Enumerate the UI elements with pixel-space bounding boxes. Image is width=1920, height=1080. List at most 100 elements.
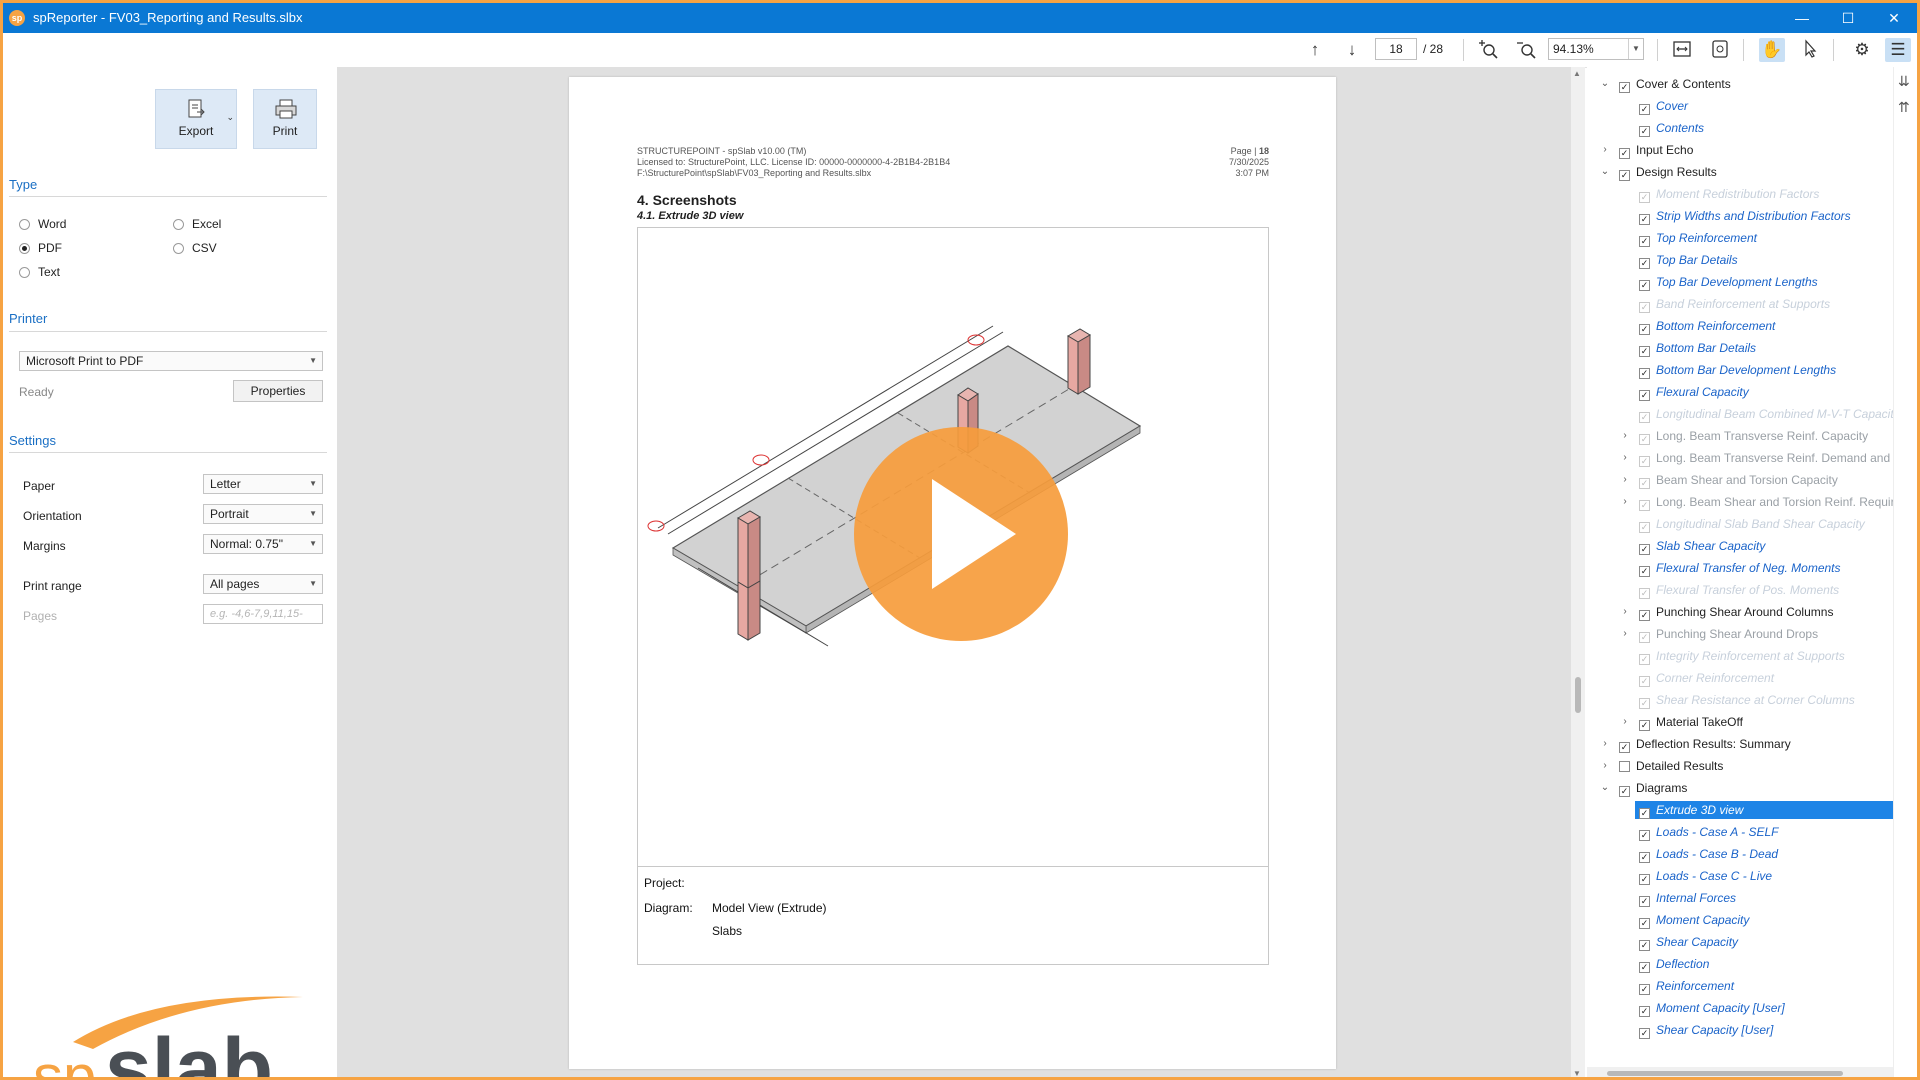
tree-checkbox[interactable]: ✓ <box>1639 324 1650 335</box>
tree-checkbox[interactable]: ✓ <box>1639 126 1650 137</box>
tree-item[interactable]: ✓ Shear Capacity [User] <box>1639 1021 1773 1039</box>
tree-item[interactable]: ✓ Slab Shear Capacity <box>1639 537 1765 555</box>
tree-item[interactable]: ✓ Loads - Case C - Live <box>1639 867 1772 885</box>
tree-item[interactable]: ⌄ ✓ Cover & Contents <box>1601 75 1731 93</box>
scrollbar-thumb[interactable] <box>1575 677 1581 713</box>
tree-checkbox[interactable]: ✓ <box>1639 236 1650 247</box>
orientation-select[interactable]: Portrait ▼ <box>203 504 323 524</box>
radio-csv[interactable]: CSV <box>173 241 217 255</box>
fit-width-icon[interactable] <box>1669 38 1695 62</box>
zoom-out-icon[interactable] <box>1513 38 1539 62</box>
tree-item[interactable]: › ✓ Deflection Results: Summary <box>1603 735 1791 753</box>
paper-select[interactable]: Letter ▼ <box>203 474 323 494</box>
fit-page-icon[interactable] <box>1707 38 1733 62</box>
tree-item[interactable]: ✓ Top Reinforcement <box>1639 229 1757 247</box>
tree-checkbox[interactable]: ✓ <box>1639 1028 1650 1039</box>
settings-icon[interactable]: ⚙ <box>1849 38 1875 62</box>
chevron-right-icon[interactable]: › <box>1599 141 1611 159</box>
tree-item[interactable]: ✓ Loads - Case A - SELF <box>1639 823 1779 841</box>
tree-item[interactable]: › Detailed Results <box>1603 757 1723 775</box>
tree-checkbox[interactable]: ✓ <box>1639 346 1650 357</box>
tree-item[interactable]: ✓ Shear Capacity <box>1639 933 1738 951</box>
tree-item[interactable]: › ✓ Input Echo <box>1603 141 1693 159</box>
tree-checkbox[interactable]: ✓ <box>1639 280 1650 291</box>
tree-checkbox[interactable]: ✓ <box>1639 874 1650 885</box>
tree-item[interactable]: ✓ Shear Resistance at Corner Columns <box>1639 691 1855 709</box>
tree-horizontal-scrollbar[interactable] <box>1587 1067 1893 1077</box>
tree-item[interactable]: ✓ Longitudinal Slab Band Shear Capacity <box>1639 515 1865 533</box>
chevron-down-icon[interactable]: ⌄ <box>226 112 234 123</box>
tree-item[interactable]: › ✓ Long. Beam Shear and Torsion Reinf. Re… <box>1623 493 1893 511</box>
tree-checkbox[interactable]: ✓ <box>1639 478 1650 489</box>
document-scrollbar[interactable]: ▲ ▼ <box>1571 67 1585 1077</box>
tree-item[interactable]: › ✓ Beam Shear and Torsion Capacity <box>1623 471 1838 489</box>
tree-checkbox[interactable]: ✓ <box>1639 918 1650 929</box>
properties-button[interactable]: Properties <box>233 380 323 402</box>
tree-item[interactable]: › ✓ Long. Beam Transverse Reinf. Capacity <box>1623 427 1868 445</box>
tree-checkbox[interactable]: ✓ <box>1639 412 1650 423</box>
tree-item[interactable]: › ✓ Long. Beam Transverse Reinf. Demand an… <box>1623 449 1893 467</box>
tree-checkbox[interactable]: ✓ <box>1639 962 1650 973</box>
tree-item[interactable]: › ✓ Material TakeOff <box>1623 713 1743 731</box>
tree-item[interactable]: ✓ Strip Widths and Distribution Factors <box>1639 207 1851 225</box>
tree-checkbox[interactable]: ✓ <box>1639 984 1650 995</box>
tree-item[interactable]: ✓ Bottom Bar Development Lengths <box>1639 361 1836 379</box>
chevron-right-icon[interactable]: › <box>1619 625 1631 643</box>
tree-checkbox[interactable]: ✓ <box>1639 522 1650 533</box>
chevron-down-icon[interactable]: ⌄ <box>1599 779 1611 797</box>
radio-word[interactable]: Word <box>19 217 66 231</box>
tree-checkbox[interactable]: ✓ <box>1639 434 1650 445</box>
close-button[interactable]: ✕ <box>1871 3 1917 33</box>
collapse-all-icon[interactable]: ⇈ <box>1898 99 1910 116</box>
tree-checkbox[interactable]: ✓ <box>1619 742 1630 753</box>
tree-item[interactable]: ✓ Contents <box>1639 119 1704 137</box>
tree-checkbox[interactable]: ✓ <box>1639 104 1650 115</box>
chevron-right-icon[interactable]: › <box>1619 427 1631 445</box>
play-video-button[interactable] <box>854 427 1068 641</box>
tree-checkbox[interactable]: ✓ <box>1639 610 1650 621</box>
select-tool-icon[interactable] <box>1797 38 1823 62</box>
tree-checkbox[interactable]: ✓ <box>1639 192 1650 203</box>
tree-item[interactable]: ✓ Extrude 3D view <box>1635 801 1893 819</box>
expand-all-icon[interactable]: ⇊ <box>1898 73 1910 90</box>
tree-item[interactable]: ✓ Deflection <box>1639 955 1709 973</box>
tree-checkbox[interactable]: ✓ <box>1639 654 1650 665</box>
tree-checkbox[interactable]: ✓ <box>1639 852 1650 863</box>
tree-checkbox[interactable]: ✓ <box>1639 544 1650 555</box>
print-range-select[interactable]: All pages ▼ <box>203 574 323 594</box>
printer-select[interactable]: Microsoft Print to PDF ▼ <box>19 351 323 371</box>
tree-checkbox[interactable]: ✓ <box>1639 214 1650 225</box>
tree-checkbox[interactable]: ✓ <box>1639 720 1650 731</box>
tree-item[interactable]: ✓ Cover <box>1639 97 1688 115</box>
tree-checkbox[interactable]: ✓ <box>1639 390 1650 401</box>
tree-item[interactable]: ✓ Flexural Transfer of Pos. Moments <box>1639 581 1839 599</box>
scroll-up-icon[interactable]: ▲ <box>1573 69 1581 78</box>
hand-tool-icon[interactable]: ✋ <box>1759 38 1785 62</box>
scroll-down-icon[interactable]: ▼ <box>1573 1069 1581 1077</box>
tree-checkbox[interactable]: ✓ <box>1639 676 1650 687</box>
tree-item[interactable]: ✓ Moment Redistribution Factors <box>1639 185 1819 203</box>
tree-checkbox[interactable]: ✓ <box>1619 170 1630 181</box>
tree-checkbox[interactable]: ✓ <box>1639 566 1650 577</box>
pages-input[interactable]: e.g. -4,6-7,9,11,15- <box>203 604 323 624</box>
tree-item[interactable]: › ✓ Punching Shear Around Drops <box>1623 625 1818 643</box>
margins-select[interactable]: Normal: 0.75" ▼ <box>203 534 323 554</box>
tree-checkbox[interactable]: ✓ <box>1639 456 1650 467</box>
page-number-input[interactable]: 18 <box>1375 38 1417 60</box>
tree-checkbox[interactable]: ✓ <box>1639 258 1650 269</box>
chevron-down-icon[interactable]: ⌄ <box>1599 75 1611 93</box>
tree-checkbox[interactable]: ✓ <box>1639 896 1650 907</box>
chevron-right-icon[interactable]: › <box>1619 603 1631 621</box>
tree-item[interactable]: ✓ Flexural Capacity <box>1639 383 1749 401</box>
print-button[interactable]: Print <box>253 89 317 149</box>
chevron-right-icon[interactable]: › <box>1619 493 1631 511</box>
chevron-right-icon[interactable]: › <box>1619 471 1631 489</box>
chevron-right-icon[interactable]: › <box>1599 735 1611 753</box>
zoom-in-icon[interactable] <box>1475 38 1501 62</box>
minimize-button[interactable]: — <box>1779 3 1825 33</box>
chevron-right-icon[interactable]: › <box>1619 449 1631 467</box>
tree-checkbox[interactable]: ✓ <box>1639 808 1650 819</box>
tree-checkbox[interactable]: ✓ <box>1619 82 1630 93</box>
tree-checkbox[interactable]: ✓ <box>1639 1006 1650 1017</box>
tree-checkbox[interactable] <box>1619 761 1630 772</box>
